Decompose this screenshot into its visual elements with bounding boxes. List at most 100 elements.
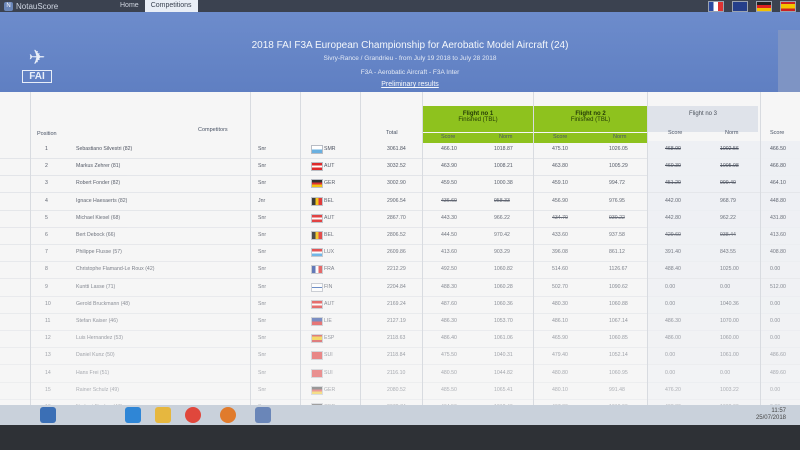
competitor-name: Christophe Flamand-Le Roux (42) [76, 266, 155, 273]
col-f1-norm: Norm [499, 134, 513, 140]
flight1-norm: 1008.21 [494, 163, 513, 170]
class-cell: Snr [258, 283, 267, 290]
class-cell: Snr [258, 386, 267, 393]
flight2-header[interactable]: Flight no 2 Finished (TBL) [534, 106, 647, 132]
app-icon[interactable] [255, 407, 271, 423]
flag-de-icon[interactable] [756, 1, 772, 12]
competition-header: ✈ FAI 2018 FAI F3A European Championship… [0, 12, 800, 92]
flight1-norm: 1065.41 [494, 386, 513, 393]
col-position: Position [37, 131, 57, 137]
flight3-norm: 1070.00 [720, 318, 739, 324]
flight2-score: 465.90 [552, 335, 568, 342]
table-row[interactable]: 8 Christophe Flamand-Le Roux (42) Snr FRA 22… [0, 261, 800, 280]
flight1-score: 436.60 [441, 197, 457, 204]
flight4-score: 448.80 [770, 197, 786, 204]
col-f2-norm: Norm [613, 134, 627, 140]
tab-home[interactable]: Home [114, 0, 145, 12]
chrome-icon[interactable] [185, 407, 201, 423]
flight2-norm: 1067.14 [609, 318, 628, 324]
flight3-score: 476.20 [665, 386, 681, 393]
nation-flag-icon [311, 317, 323, 326]
class-cell: Snr [258, 163, 267, 170]
total-score: 2867.70 [387, 214, 406, 221]
total-score: 3061.84 [387, 146, 406, 152]
flight2-score: 480.80 [552, 369, 568, 376]
position-cell: 15 [45, 386, 51, 393]
table-row[interactable]: 6 Bert Debock (66) Snr BEL 2806.52 444.50 970.… [0, 227, 800, 245]
tab-competitions[interactable]: Competitions [144, 0, 198, 12]
flight2-score: 475.10 [552, 146, 568, 152]
flag-es-icon[interactable] [780, 1, 796, 12]
flight3-score: 460.30 [665, 163, 681, 170]
position-cell: 12 [45, 335, 51, 342]
position-cell: 3 [45, 180, 48, 187]
flight1-norm: 1040.31 [494, 352, 513, 359]
col-f1-score: Score [441, 134, 456, 140]
flight1-score: 475.50 [441, 352, 457, 359]
table-row[interactable]: 7 Philippe Flusse (57) Snr LUX 2609.86 413.60… [0, 244, 800, 263]
flight3-score: 0.00 [665, 300, 676, 307]
flight4-score: 489.60 [770, 369, 786, 376]
preliminary-results-link[interactable]: Preliminary results [240, 81, 580, 88]
table-row[interactable]: 15 Rainer Schulz (49) Snr GER 2080.52 485.50 1… [0, 381, 800, 400]
table-row[interactable]: 12 Luis Hernandez (53) Snr ESP 2118.63 486.40… [0, 330, 800, 349]
position-cell: 9 [45, 283, 48, 290]
flight3-norm: 843.55 [720, 249, 736, 256]
flight1-norm: 1060.36 [494, 300, 513, 307]
grid-line [300, 92, 301, 432]
table-row[interactable]: 9 Kuntti Lasse (71) Snr FIN 2204.84 488.30 106… [0, 278, 800, 297]
flight1-header[interactable]: Flight no 1 Finished (TBL) [423, 106, 533, 132]
fai-logo: ✈ FAI [22, 48, 52, 96]
flight3-score: 442.80 [665, 214, 681, 221]
competitor-name: Stefan Kaiser (46) [76, 318, 118, 324]
flight1-norm: 1061.06 [494, 335, 513, 342]
competitor-name: Daniel Kunz (50) [76, 352, 115, 359]
table-row[interactable]: 4 Ignace Haesaerts (82) Jnr BEL 2906.54 436.6… [0, 192, 800, 211]
flight3-norm: 999.40 [720, 180, 736, 187]
flight1-norm: 958.33 [494, 197, 510, 204]
total-score: 2118.63 [387, 335, 406, 342]
flight2-norm: 994.72 [609, 180, 625, 187]
flight3-score: 391.40 [665, 249, 681, 256]
flight2-norm: 937.58 [609, 232, 625, 238]
flight2-score: 480.10 [552, 386, 568, 393]
start-icon[interactable] [40, 407, 56, 423]
flight1-score: 480.50 [441, 369, 457, 376]
table-row[interactable]: 3 Robert Fonder (82) Snr GER 3002.90 459.50 10… [0, 175, 800, 194]
table-row[interactable]: 5 Michael Kiesel (68) Snr AUT 2867.70 443.30 9… [0, 209, 800, 228]
nation-flag-icon [311, 213, 323, 223]
table-row[interactable]: 14 Hans Frei (51) Snr SUI 2116.10 480.50 1044.… [0, 364, 800, 383]
flight3-norm: 1002.56 [720, 146, 739, 152]
flight3-norm: 1003.22 [720, 386, 739, 393]
table-row[interactable]: 11 Stefan Kaiser (46) Snr LIE 2127.19 486.30 1… [0, 313, 800, 331]
clock: 11:57 25/07/2018 [755, 408, 786, 421]
table-row[interactable]: 1 Sebastiano Silvestri (82) Snr SMR 3061.84 4… [0, 141, 800, 159]
flight2-norm: 991.48 [609, 386, 625, 393]
folder-icon[interactable] [155, 407, 171, 423]
flight3-score: 0.00 [665, 283, 676, 290]
table-row[interactable]: 10 Gerold Bruckmann (48) Snr AUT 2169.24 487.… [0, 295, 800, 314]
firefox-icon[interactable] [220, 407, 236, 423]
class-cell: Snr [258, 266, 267, 273]
flight1-score: 443.30 [441, 214, 457, 221]
ie-icon[interactable] [125, 407, 141, 423]
nation-flag-icon [311, 282, 323, 292]
brand[interactable]: N NotauScore [4, 1, 58, 11]
flight3-header[interactable]: Flight no 3 [648, 106, 758, 132]
table-row[interactable]: 13 Daniel Kunz (50) Snr SUI 2118.84 475.50 104… [0, 347, 800, 366]
competitor-name: Bert Debock (66) [76, 232, 116, 238]
flight3-norm: 938.44 [720, 232, 736, 238]
flight1-score: 486.30 [441, 318, 457, 324]
table-row[interactable]: 2 Markus Zehrer (81) Snr AUT 3032.52 463.90 10… [0, 158, 800, 177]
flight3-score: 468.00 [665, 146, 681, 152]
flag-gb-icon[interactable] [732, 1, 748, 12]
flight2-score: 479.40 [552, 352, 568, 359]
flag-fr-icon[interactable] [708, 1, 724, 12]
nation-code: FRA [324, 266, 335, 273]
competition-subtitle: Sivry-Rance / Grandrieu - from July 19 2… [323, 55, 497, 62]
flight1-score: 459.50 [441, 180, 457, 187]
nation-code: LUX [324, 249, 335, 256]
flight2-score: 396.08 [552, 249, 568, 256]
flight2-norm: 1060.95 [609, 369, 628, 376]
flight3-norm: 1025.00 [720, 266, 739, 273]
